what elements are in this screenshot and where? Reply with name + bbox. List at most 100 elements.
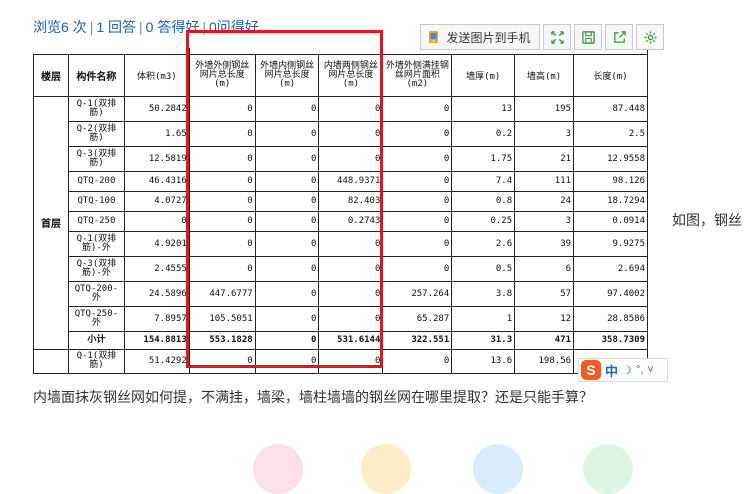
screenshot-table-image: 楼层 构件名称 体积(m3) 外墙外侧钢丝网片总长度(m) 外墙内侧钢丝网片总长… (33, 48, 648, 386)
value-cell-c: 0 (318, 230, 384, 257)
value-cell-v: 46.4316 (123, 170, 190, 192)
table-row: 首层 Q-1(双排筋) 50.2842 0 0 0 0 13 195 87.448 (33, 95, 648, 350)
value-cell-b: 0 (254, 170, 320, 192)
table-total-row: 小计 154.8813 553.1828 0 531.6144 322.551 31.3 47… (34, 330, 648, 350)
value-cell-b: 0 (254, 348, 320, 374)
value-cell-v: 4.9201 (123, 230, 190, 257)
header-outer-wall-full-mesh-area: 外墙外侧满挂钢丝网片面积(m2) (382, 53, 453, 97)
value-cell-l: 9.9275 (573, 230, 648, 257)
action-circle-share[interactable] (473, 444, 523, 494)
table-row: Q-1(双排筋) 51.4292 0 0 0 0 13.6 198.56 (33, 348, 648, 374)
floor-cell-empty (33, 348, 69, 374)
value-cell-h: 39 (514, 230, 575, 257)
value-cell-v: 51.4292 (123, 348, 190, 374)
header-height: 墙高(m) (514, 53, 575, 97)
component-name-cell: QTQ-100 (67, 190, 125, 212)
table-row: QTQ-200-外 24.5896 447.6777 0 0 257.264 3.8 57 97… (34, 280, 648, 307)
value-cell-a: 0 (188, 230, 256, 257)
image-toolbar: 发送图片到手机 (420, 24, 664, 52)
ime-language-indicator[interactable]: 中 (605, 361, 618, 380)
value-cell-d: 0 (382, 210, 453, 232)
header-inner-wall-both-mesh: 内墙两侧钢丝网片总长度(m) (318, 53, 384, 97)
send-to-phone-label: 发送图片到手机 (446, 30, 531, 45)
value-cell-a: 0 (188, 120, 256, 147)
value-cell-l: 87.448 (573, 95, 648, 122)
value-cell-t: 0.8 (451, 190, 516, 212)
value-cell-v: 7.8957 (123, 305, 190, 332)
share-image-button[interactable] (605, 24, 633, 50)
value-cell-l: 18.7294 (573, 190, 648, 212)
value-cell-b: 0 (254, 145, 320, 172)
good-answers-count[interactable]: 0 答得好 (146, 19, 200, 35)
table-row: Q-3(双排筋) 12.5819 0 0 0 0 1.75 21 12.9558 (34, 145, 648, 172)
action-circle-like[interactable] (253, 444, 303, 494)
sogou-logo: S (581, 360, 601, 380)
value-cell-c: 0 (318, 305, 384, 332)
expand-icon (550, 30, 564, 44)
table-row: QTQ-250-外 7.8957 105.5051 0 0 65.287 1 12 28.858… (34, 305, 648, 332)
send-to-phone-button[interactable]: 发送图片到手机 (420, 24, 540, 50)
value-cell-c: 531.6144 (318, 330, 384, 350)
ime-status-bar[interactable]: S 中 ☽ °, ˅ (578, 358, 668, 382)
value-cell-v: 1.65 (123, 120, 190, 147)
keyboard-icon[interactable]: ˅ (647, 364, 653, 376)
value-cell-t: 0.2 (451, 120, 516, 147)
value-cell-b: 0 (254, 190, 320, 212)
save-icon (581, 30, 595, 44)
good-questions-count[interactable]: 0问得好 (209, 19, 259, 35)
value-cell-h: 6 (514, 255, 575, 282)
value-cell-l: 0.0914 (573, 210, 648, 232)
value-cell-h: 471 (514, 330, 575, 350)
value-cell-a: 0 (188, 190, 256, 212)
share-icon (613, 30, 626, 43)
table-row: QTQ-250 0 0 0 0.2743 0 0.25 3 0.0914 (34, 210, 648, 232)
component-table: 楼层 构件名称 体积(m3) 外墙外侧钢丝网片总长度(m) 外墙内侧钢丝网片总长… (33, 48, 648, 374)
value-cell-h: 3 (514, 210, 575, 232)
value-cell-a: 0 (188, 255, 256, 282)
value-cell-d: 65.287 (382, 305, 453, 332)
value-cell-d: 0 (382, 230, 453, 257)
value-cell-c: 0 (318, 280, 384, 307)
fullscreen-button[interactable] (543, 24, 571, 50)
component-name-cell: QTQ-250-外 (67, 305, 125, 332)
component-name-cell: Q-2(双排筋) (67, 120, 125, 147)
punctuation-icon[interactable]: °, (636, 364, 643, 376)
save-image-button[interactable] (574, 24, 602, 50)
action-circle-collect[interactable] (361, 444, 411, 494)
value-cell-a: 553.1828 (188, 330, 256, 350)
value-cell-t: 1 (451, 305, 516, 332)
value-cell-t: 1.75 (451, 145, 516, 172)
value-cell-c: 82.403 (318, 190, 384, 212)
value-cell-v: 24.5896 (123, 280, 190, 307)
value-cell-d: 0 (382, 145, 453, 172)
value-cell-l: 98.126 (573, 170, 648, 192)
value-cell-h: 57 (514, 280, 575, 307)
value-cell-c: 0 (318, 348, 384, 374)
component-name-cell: Q-1(双排筋) (67, 95, 125, 122)
table-row: Q-3(双排筋)-外 2.4555 0 0 0 0 0.5 6 2.694 (34, 255, 648, 282)
answers-count[interactable]: 1 回答 (96, 19, 136, 35)
image-settings-button[interactable] (636, 24, 664, 50)
value-cell-v: 50.2842 (123, 95, 190, 122)
table-row: Q-2(双排筋) 1.65 0 0 0 0 0.2 3 2.5 (34, 120, 648, 147)
value-cell-a: 0 (188, 210, 256, 232)
component-name-cell: QTQ-250 (67, 210, 125, 232)
value-cell-t: 0.5 (451, 255, 516, 282)
header-length: 长度(m) (573, 53, 648, 97)
value-cell-h: 195 (514, 95, 575, 122)
value-cell-b: 0 (254, 210, 320, 232)
action-circle-report[interactable] (583, 444, 633, 494)
header-outer-wall-outside-mesh: 外墙外侧钢丝网片总长度(m) (188, 53, 256, 97)
moon-icon[interactable]: ☽ (622, 364, 632, 377)
value-cell-b: 0 (254, 280, 320, 307)
value-cell-a: 0 (188, 145, 256, 172)
settings-icon (643, 30, 657, 44)
value-cell-l: 12.9558 (573, 145, 648, 172)
value-cell-c: 448.9371 (318, 170, 384, 192)
value-cell-a: 0 (188, 95, 256, 122)
table-row: QTQ-100 4.0727 0 0 82.403 0 0.8 24 18.7294 (34, 190, 648, 212)
value-cell-d: 0 (382, 190, 453, 212)
phone-image-icon (427, 30, 441, 44)
question-text: 内墙面抹灰钢丝网如何提，不满挂，墙梁，墙柱墙墙的钢丝网在哪里提取？还是只能手算？ (33, 389, 593, 405)
value-cell-h: 198.56 (514, 348, 575, 374)
